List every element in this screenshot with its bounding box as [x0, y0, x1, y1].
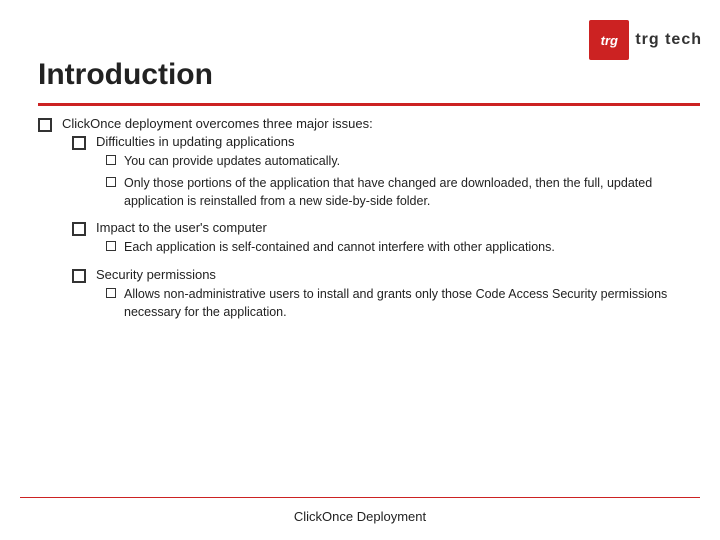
intro-section: ClickOnce deployment overcomes three maj… — [62, 116, 700, 331]
footer: ClickOnce Deployment — [0, 509, 720, 524]
security-section: Security permissions Allows non-administ… — [96, 267, 700, 325]
sub-text-2a: Each application is self-contained and c… — [124, 238, 700, 256]
list-item-intro: ClickOnce deployment overcomes three maj… — [38, 116, 700, 331]
outer-bullet-3 — [72, 269, 86, 283]
inner-bullet-2a — [106, 241, 116, 251]
list-item-impact: Impact to the user's computer Each appli… — [72, 220, 700, 260]
outer-bullet-intro — [38, 118, 52, 132]
sub-item-1b: Only those portions of the application t… — [106, 174, 700, 210]
inner-bullet-3a — [106, 288, 116, 298]
logo: trg trg tech — [589, 20, 702, 60]
main-list: ClickOnce deployment overcomes three maj… — [38, 116, 700, 331]
security-sub-list: Allows non-administrative users to insta… — [106, 285, 700, 321]
impact-title: Impact to the user's computer — [96, 220, 700, 235]
sub-text-1a: You can provide updates automatically. — [124, 152, 700, 170]
outer-bullet-1 — [72, 136, 86, 150]
footer-label: ClickOnce Deployment — [294, 509, 426, 524]
impact-section: Impact to the user's computer Each appli… — [96, 220, 700, 260]
content-area: ClickOnce deployment overcomes three maj… — [38, 116, 700, 480]
page-title: Introduction — [38, 58, 213, 92]
top-divider — [38, 103, 700, 106]
difficulties-title: Difficulties in updating applications — [96, 134, 700, 149]
sub-text-3a: Allows non-administrative users to insta… — [124, 285, 700, 321]
list-item-difficulties: Difficulties in updating applications Yo… — [72, 134, 700, 214]
sub-item-3a: Allows non-administrative users to insta… — [106, 285, 700, 321]
inner-bullet-1b — [106, 177, 116, 187]
difficulties-sub-list: You can provide updates automatically. O… — [106, 152, 700, 210]
logo-label: trg tech — [635, 31, 702, 49]
header: trg trg tech — [560, 0, 720, 70]
intro-text: ClickOnce deployment overcomes three maj… — [62, 116, 700, 131]
outer-bullet-2 — [72, 222, 86, 236]
sub-main-list: Difficulties in updating applications Yo… — [72, 134, 700, 325]
sub-text-1b: Only those portions of the application t… — [124, 174, 700, 210]
sub-item-1a: You can provide updates automatically. — [106, 152, 700, 170]
difficulties-section: Difficulties in updating applications Yo… — [96, 134, 700, 214]
inner-bullet-1a — [106, 155, 116, 165]
security-title: Security permissions — [96, 267, 700, 282]
bottom-divider — [20, 497, 700, 499]
logo-icon: trg — [589, 20, 629, 60]
list-item-security: Security permissions Allows non-administ… — [72, 267, 700, 325]
sub-item-2a: Each application is self-contained and c… — [106, 238, 700, 256]
impact-sub-list: Each application is self-contained and c… — [106, 238, 700, 256]
